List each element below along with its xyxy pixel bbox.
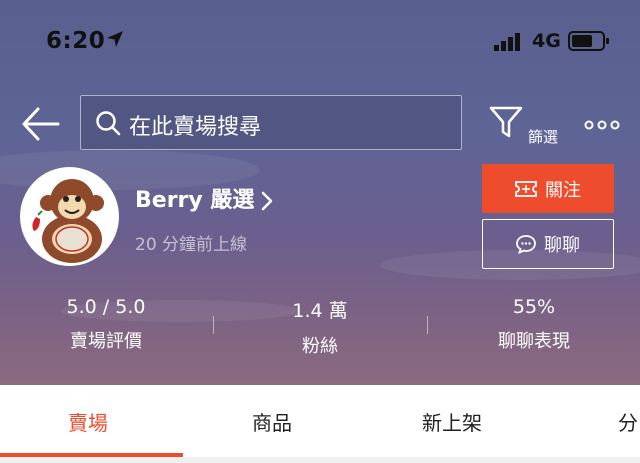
back-button[interactable] xyxy=(20,104,62,144)
filter-funnel-icon xyxy=(489,106,523,138)
stat-divider xyxy=(213,316,214,334)
search-icon xyxy=(95,110,121,140)
stat-label: 粉絲 xyxy=(302,336,338,357)
tab-bar-divider xyxy=(0,457,640,463)
status-time: 6:20 xyxy=(46,28,106,54)
follow-label: 關注 xyxy=(545,179,581,201)
shop-header-banner: 6:20 4G 在此賣場搜尋 篩選 Berry 嚴選 20 分鐘前上線 關注 聊… xyxy=(0,0,640,385)
stat-label: 聊聊表現 xyxy=(498,331,570,352)
battery-icon xyxy=(568,31,610,55)
stat-value: 1.4 萬 xyxy=(292,300,348,322)
stat-chat-performance[interactable]: 55% 聊聊表現 xyxy=(449,296,619,353)
tab-categories[interactable]: 分 xyxy=(618,407,638,436)
stat-label: 賣場評價 xyxy=(70,331,142,352)
cellular-signal-icon xyxy=(494,33,522,55)
status-bar: 6:20 4G xyxy=(0,0,640,80)
tab-products[interactable]: 商品 xyxy=(252,407,292,436)
tab-shop[interactable]: 賣場 xyxy=(68,407,108,436)
stat-value: 55% xyxy=(512,296,556,318)
stat-value: 5.0 / 5.0 xyxy=(66,296,146,318)
search-placeholder: 在此賣場搜尋 xyxy=(129,115,262,140)
shop-name-link[interactable]: Berry 嚴選 xyxy=(135,182,274,214)
chevron-right-icon xyxy=(262,191,273,211)
more-options-button[interactable] xyxy=(584,117,620,131)
back-arrow-icon xyxy=(22,107,60,141)
last-online-status: 20 分鐘前上線 xyxy=(135,235,248,255)
shop-avatar[interactable] xyxy=(20,167,119,266)
filter-button[interactable]: 篩選 xyxy=(488,104,564,148)
chat-bubble-icon xyxy=(516,235,536,254)
follow-button[interactable]: 關注 xyxy=(482,164,614,213)
chat-label: 聊聊 xyxy=(544,235,580,256)
location-arrow-icon xyxy=(106,30,124,52)
shop-name: Berry 嚴選 xyxy=(135,188,255,213)
stat-rating[interactable]: 5.0 / 5.0 賣場評價 xyxy=(21,296,191,353)
chat-button[interactable]: 聊聊 xyxy=(482,219,614,269)
filter-label: 篩選 xyxy=(528,128,559,146)
follow-ticket-icon xyxy=(515,180,537,197)
shop-tabs: 賣場 商品 新上架 分 xyxy=(0,385,640,463)
monkey-logo-icon xyxy=(22,169,117,264)
more-dots-icon xyxy=(584,120,620,130)
search-input[interactable]: 在此賣場搜尋 xyxy=(80,95,462,150)
network-type: 4G xyxy=(532,30,561,52)
stat-divider xyxy=(427,316,428,334)
stat-followers[interactable]: 1.4 萬 粉絲 xyxy=(235,296,405,358)
tab-new-arrivals[interactable]: 新上架 xyxy=(422,407,482,436)
